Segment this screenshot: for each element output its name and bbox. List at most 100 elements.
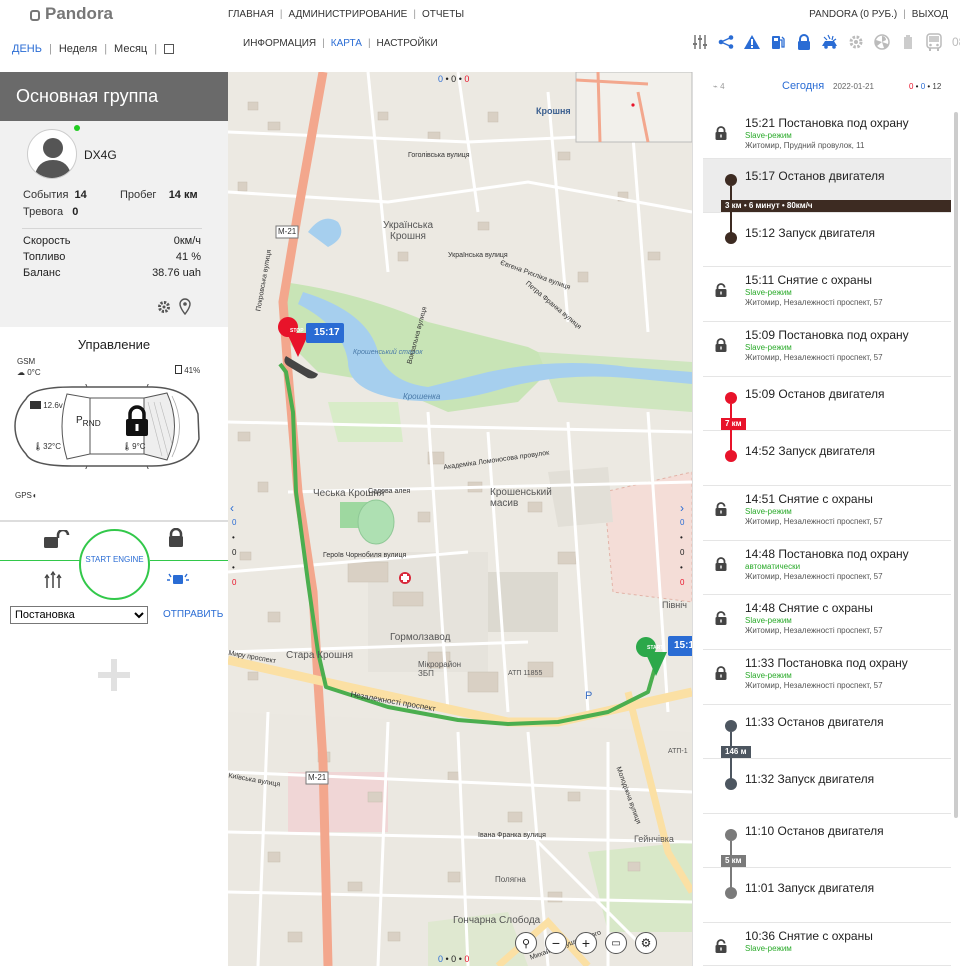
settings-gear-icon[interactable] [157,300,171,319]
map-street-label: Петра Франка вулиця [523,280,583,331]
nav-reports[interactable]: ОТЧЕТЫ [422,9,464,20]
pandora-logo[interactable]: Pandora [30,4,113,24]
avatar [27,129,77,179]
event-item[interactable]: 14:48 Постановка под охрану автоматически… [703,541,951,595]
event-item[interactable]: 15:21 Постановка под охрану Slave-режим Жи… [703,110,951,159]
fuel-label: Топливо [23,251,66,263]
alert-icon[interactable] [742,32,761,51]
timeline-dot [725,450,737,462]
event-title: 15:09 Останов двигателя [745,387,885,401]
map-settings-icon[interactable]: ⚙ [635,932,657,954]
unlock-icon [714,611,728,625]
logout-link[interactable]: ВЫХОД [912,9,948,20]
nav-home[interactable]: ГЛАВНАЯ [228,9,274,20]
account-area: PANDORA (0 РУБ.) | ВЫХОД [809,9,948,20]
period-week[interactable]: Неделя [59,43,97,55]
today-link[interactable]: Сегодня [782,80,824,92]
battery-voltage: 12.6v [43,401,63,410]
share-small-icon: ⌁ [713,82,718,91]
timeline-line [730,431,732,451]
vehicle-card[interactable]: DX4G События 14 Пробег 14 км Тревога 0 С… [0,121,228,327]
trip-summary-tag: 146 м [721,746,751,758]
cabin-temp: 9°C [132,442,146,451]
event-item[interactable]: 5 км 11:10 Останов двигателя [703,814,951,868]
map-view[interactable]: P ‹ › Українська Крошня Крошенський став… [228,72,692,966]
event-item[interactable]: 15:11 Снятие с охраны Slave-режим Житомир,… [703,267,951,322]
account-balance[interactable]: PANDORA (0 РУБ.) [809,9,897,20]
period-month[interactable]: Месяц [114,43,147,55]
subnav-info[interactable]: ИНФОРМАЦИЯ [243,38,316,49]
event-mode: Slave-режим [745,288,792,297]
engine-gear-icon[interactable] [846,32,865,51]
start-time-badge[interactable]: 15:1 [674,640,692,651]
control-title: Управление [77,337,151,352]
event-item[interactable]: 15:09 Постановка под охрану Slave-режим Жи… [703,322,951,377]
event-item[interactable]: 11:01 Запуск двигателя [703,868,951,923]
event-item[interactable]: 14:52 Запуск двигателя [703,431,951,486]
car-top-view[interactable] [12,384,202,469]
top-bar: Pandora ГЛАВНАЯ | АДМИНИСТРИРОВАНИЕ | ОТЧЕ… [0,0,960,72]
fullscreen-button[interactable]: ▭ [605,932,627,954]
map-labels: Українська Крошня Крошенський ставок Кро… [228,72,692,966]
road-shield-m21: М-21 [308,773,327,782]
timeline-dot [725,887,737,899]
event-item[interactable]: 14:51 Снятие с охраны Slave-режим Житомир,… [703,486,951,541]
lock-button[interactable] [167,527,185,553]
map-place-label: Крошенський масив [490,487,552,509]
map-street-label: Героїв Чорнобиля вулиця [323,552,407,559]
counter-dark: 0 [451,74,457,84]
events-date[interactable]: 2022-01-21 [833,82,874,91]
cloud-icon: ☁ [17,368,25,377]
command-select[interactable]: Постановка [10,606,148,624]
map-bottom-counter: 0 • 0 • 0 [438,954,470,964]
send-button[interactable]: ОТПРАВИТЬ [163,609,223,620]
share-icon[interactable] [716,32,735,51]
event-title: 11:01 Запуск двигателя [745,881,875,895]
heater-button[interactable] [44,569,62,594]
event-title: 14:48 Постановка под охрану [745,547,909,561]
siren-button[interactable] [166,571,190,592]
map-place-label: Гормолзавод [390,632,451,643]
start-engine-button[interactable]: START ENGINE [79,529,150,600]
zoom-out-button[interactable]: − [545,932,567,954]
timeline-dot [725,232,737,244]
event-item[interactable]: 146 м 11:33 Останов двигателя [703,705,951,759]
event-item[interactable]: 7 км 15:09 Останов двигателя [703,377,951,431]
event-item[interactable]: 11:32 Запуск двигателя [703,759,951,814]
lock-icon[interactable] [794,32,813,51]
engine-temp: 32°C [43,442,62,451]
event-item[interactable]: 10:36 Снятие с охраны Slave-режим [703,923,951,966]
battery-icon[interactable] [898,32,917,51]
calendar-icon[interactable] [164,44,175,54]
events-counts: 0 • 0 • 12 [909,82,942,91]
alarm-label: Тревога [23,206,64,218]
map-pin-button[interactable]: ⚲ [515,932,537,954]
unlock-button[interactable] [42,528,72,555]
period-day[interactable]: ДЕНЬ [12,43,42,55]
event-mode: Slave-режим [745,131,792,140]
divider [0,520,228,522]
stop-time-badge[interactable]: 15:17 [314,327,340,338]
add-group-button[interactable] [98,659,130,691]
control-panel: Управление GSM ☁ 0°C 41% 12.6v PRND 🌡32°… [0,327,228,649]
event-mode: автоматически [745,562,801,571]
unlock-icon [714,502,728,516]
event-item[interactable]: 11:33 Постановка под охрану Slave-режим Жи… [703,650,951,705]
event-item[interactable]: 14:48 Снятие с охраны Slave-режим Житомир,… [703,595,951,650]
bus-icon[interactable] [924,32,943,51]
event-item[interactable]: 3 км • 6 минут • 80км/ч 15:17 Останов дви… [703,159,951,213]
nav-admin[interactable]: АДМИНИСТРИРОВАНИЕ [288,9,407,20]
map-street-label: Київська вулиця [228,772,281,789]
location-pin-icon[interactable] [179,298,191,320]
subnav-settings[interactable]: НАСТРОЙКИ [377,38,438,49]
fan-icon[interactable] [872,32,891,51]
zoom-in-button[interactable]: + [575,932,597,954]
event-item[interactable]: 15:12 Запуск двигателя [703,213,951,267]
sliders-icon[interactable] [690,32,709,51]
scrollbar[interactable] [954,112,958,818]
group-title[interactable]: Основная группа [0,72,228,121]
fuel-icon[interactable] [768,32,787,51]
alarm-car-icon[interactable] [820,32,839,51]
trip-summary-tag: 5 км [721,855,746,867]
subnav-map[interactable]: КАРТА [331,38,362,49]
